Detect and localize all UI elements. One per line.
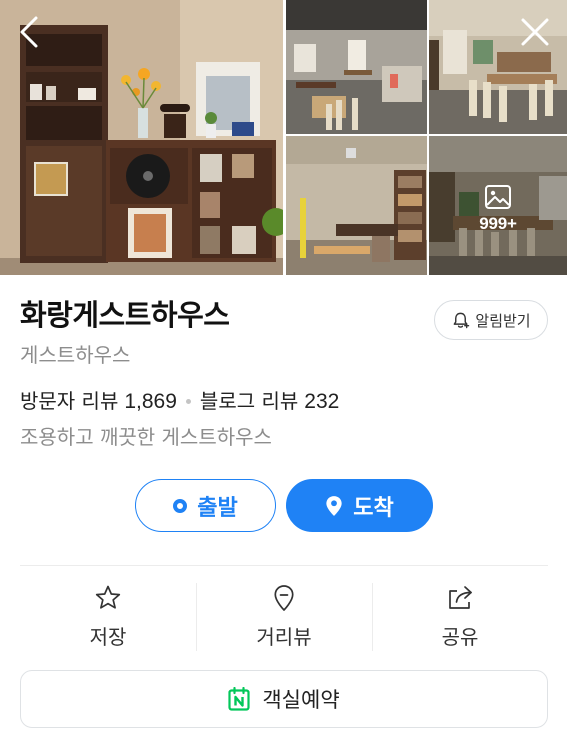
alarm-button[interactable]: 알림받기 bbox=[434, 300, 548, 340]
section-divider bbox=[20, 565, 548, 566]
image-icon bbox=[484, 184, 512, 210]
arrive-button[interactable]: 도착 bbox=[286, 479, 433, 532]
share-label: 공유 bbox=[441, 625, 479, 649]
close-button[interactable] bbox=[517, 14, 553, 50]
map-pin-icon bbox=[274, 585, 294, 611]
street-view-label: 거리뷰 bbox=[256, 625, 312, 649]
visitor-review-link[interactable]: 방문자 리뷰 1,869 bbox=[20, 386, 177, 417]
blog-review-count: 232 bbox=[304, 390, 340, 413]
blog-review-link[interactable]: 블로그 리뷰 232 bbox=[200, 386, 339, 417]
chevron-left-icon bbox=[20, 16, 38, 48]
share-icon bbox=[449, 586, 472, 609]
photo-gallery: 999+ bbox=[0, 0, 567, 275]
place-description: 조용하고 깨끗한 게스트하우스 bbox=[20, 425, 272, 449]
more-photos-overlay[interactable]: 999+ bbox=[429, 136, 567, 275]
more-photos-count: 999+ bbox=[479, 213, 517, 233]
depart-label: 출발 bbox=[197, 495, 238, 521]
origin-dot-icon bbox=[173, 498, 188, 513]
naver-calendar-icon bbox=[228, 687, 250, 711]
gallery-photo-more[interactable]: 999+ bbox=[429, 136, 567, 275]
blog-review-label: 블로그 리뷰 bbox=[199, 389, 299, 413]
place-category: 게스트하우스 bbox=[20, 343, 131, 367]
save-label: 저장 bbox=[89, 625, 127, 649]
street-view-button[interactable]: 거리뷰 bbox=[196, 580, 372, 652]
visitor-review-label: 방문자 리뷰 bbox=[20, 389, 119, 413]
save-button[interactable]: 저장 bbox=[20, 580, 196, 652]
map-pin-filled-icon bbox=[326, 495, 342, 516]
back-button[interactable] bbox=[12, 14, 48, 50]
depart-button[interactable]: 출발 bbox=[135, 479, 276, 532]
review-summary: 방문자 리뷰 1,869 블로그 리뷰 232 bbox=[20, 386, 339, 417]
gallery-photo[interactable] bbox=[286, 136, 427, 275]
alarm-label: 알림받기 bbox=[475, 311, 531, 330]
share-button[interactable]: 공유 bbox=[372, 580, 548, 652]
gallery-photo[interactable] bbox=[286, 0, 427, 134]
arrive-label: 도착 bbox=[353, 495, 394, 521]
visitor-review-count: 1,869 bbox=[124, 390, 177, 413]
room-booking-button[interactable]: 객실예약 bbox=[20, 670, 548, 728]
bell-plus-icon bbox=[454, 312, 470, 328]
room-booking-label: 객실예약 bbox=[262, 688, 340, 712]
star-icon bbox=[95, 585, 121, 609]
close-icon bbox=[521, 18, 549, 46]
place-name: 화랑게스트하우스 bbox=[20, 298, 230, 332]
separator-dot bbox=[185, 399, 191, 404]
